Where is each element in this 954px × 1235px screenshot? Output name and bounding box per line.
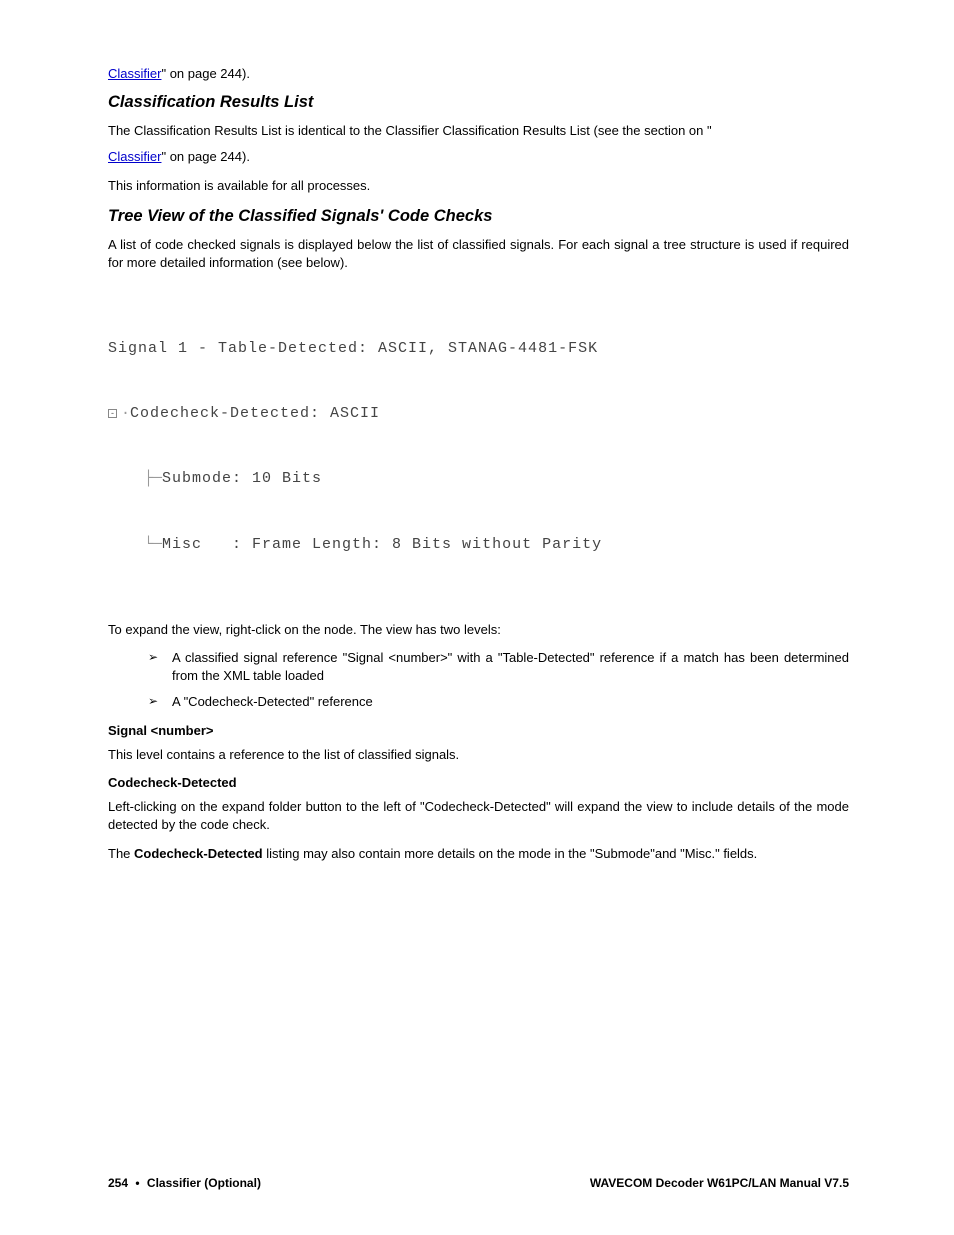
bullet-item-1: A classified signal reference "Signal <n…	[148, 649, 849, 685]
after-tree-para: To expand the view, right-click on the n…	[108, 621, 849, 639]
top-fragment: Classifier" on page 244).	[108, 65, 849, 83]
footer-dot: •	[135, 1176, 139, 1190]
section1-link-suffix: " on page 244).	[161, 149, 249, 164]
footer-page-number: 254	[108, 1176, 128, 1190]
footer-left: 254 • Classifier (Optional)	[108, 1176, 261, 1190]
section1-para2: This information is available for all pr…	[108, 177, 849, 195]
tree-text-1: Signal 1 - Table-Detected: ASCII, STANAG…	[108, 338, 598, 360]
sub2-para2-b: Codecheck-Detected	[134, 846, 263, 861]
footer-section: Classifier (Optional)	[147, 1176, 261, 1190]
top-suffix: " on page 244).	[161, 66, 249, 81]
sub1-para: This level contains a reference to the l…	[108, 746, 849, 764]
sub2-para2-c: listing may also contain more details on…	[263, 846, 758, 861]
tree-connector: └─	[108, 534, 162, 556]
tree-line-4: └─Misc : Frame Length: 8 Bits without Pa…	[108, 534, 849, 556]
classifier-link-top[interactable]: Classifier	[108, 66, 161, 81]
sub2-para2: The Codecheck-Detected listing may also …	[108, 845, 849, 863]
tree-connector: ├─	[108, 468, 162, 490]
heading-classification-results: Classification Results List	[108, 91, 849, 114]
tree-text-4: Misc : Frame Length: 8 Bits without Pari…	[162, 534, 602, 556]
classifier-link-2[interactable]: Classifier	[108, 149, 161, 164]
section1-link-line: Classifier" on page 244).	[108, 148, 849, 166]
footer-right: WAVECOM Decoder W61PC/LAN Manual V7.5	[590, 1176, 849, 1190]
subheading-codecheck: Codecheck-Detected	[108, 774, 849, 792]
bullet-list: A classified signal reference "Signal <n…	[148, 649, 849, 712]
section2-para1: A list of code checked signals is displa…	[108, 236, 849, 272]
tree-connector: ·	[121, 403, 130, 425]
tree-text-3: Submode: 10 Bits	[162, 468, 322, 490]
section1-para1: The Classification Results List is ident…	[108, 122, 849, 140]
bullet-item-2: A "Codecheck-Detected" reference	[148, 693, 849, 711]
tree-view-example: Signal 1 - Table-Detected: ASCII, STANAG…	[108, 294, 849, 599]
sub2-para2-a: The	[108, 846, 134, 861]
page-footer: 254 • Classifier (Optional) WAVECOM Deco…	[108, 1176, 849, 1190]
sub2-para1: Left-clicking on the expand folder butto…	[108, 798, 849, 834]
tree-expander-icon[interactable]: -	[108, 409, 117, 418]
tree-line-3: ├─Submode: 10 Bits	[108, 468, 849, 490]
tree-text-2: Codecheck-Detected: ASCII	[130, 403, 380, 425]
tree-line-1: Signal 1 - Table-Detected: ASCII, STANAG…	[108, 338, 849, 360]
heading-tree-view: Tree View of the Classified Signals' Cod…	[108, 205, 849, 228]
tree-line-2: -·Codecheck-Detected: ASCII	[108, 403, 849, 425]
page-content: Classifier" on page 244). Classification…	[0, 0, 954, 863]
subheading-signal-number: Signal <number>	[108, 722, 849, 740]
